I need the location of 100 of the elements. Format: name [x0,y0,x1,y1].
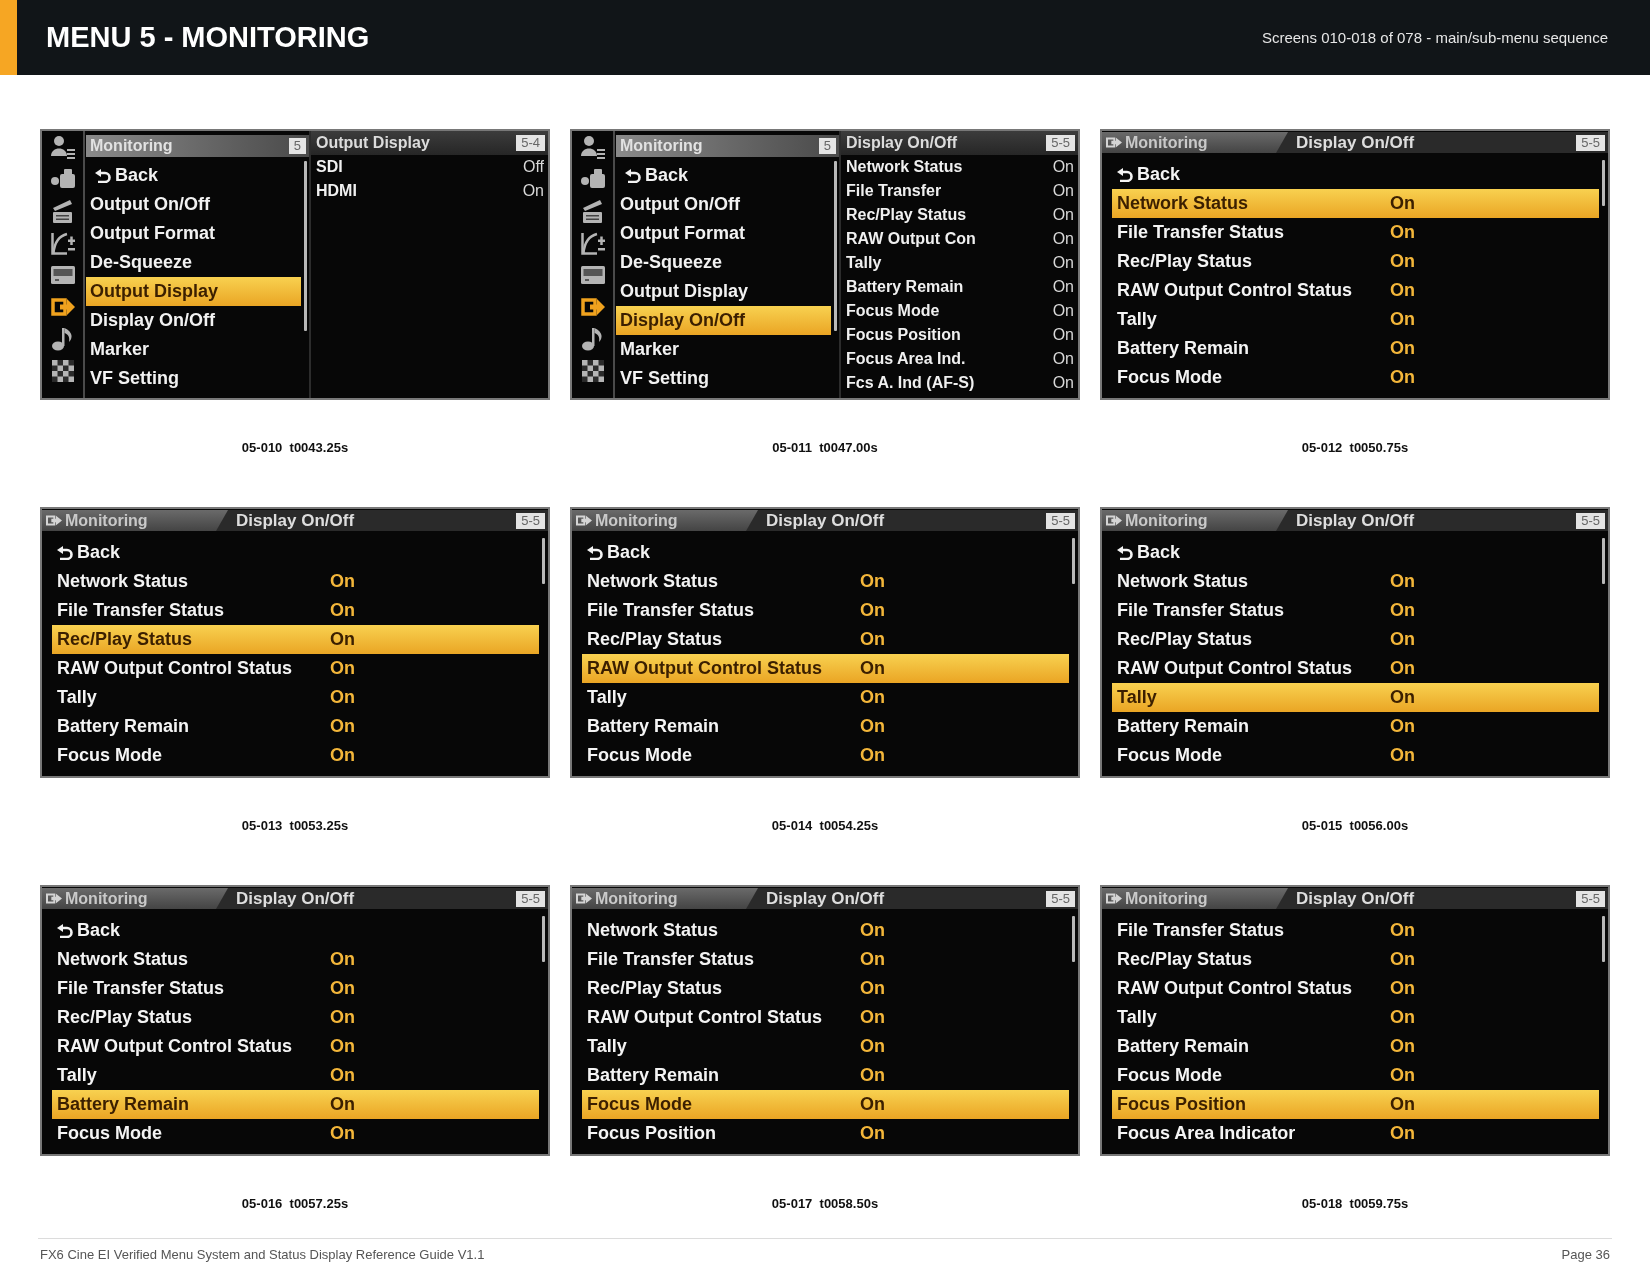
menu-item[interactable]: Marker [86,335,301,364]
menu-item[interactable]: Back [582,538,1069,567]
menu-item[interactable]: File Transfer Status On [582,945,1069,974]
menu-item[interactable]: Network Status On [841,155,1078,179]
menu-item[interactable]: Battery Remain On [582,1061,1069,1090]
menu-item[interactable]: Rec/Play Status On [1112,247,1599,276]
menu-item[interactable]: Tally On [1112,305,1599,334]
menu-item[interactable]: Tally On [52,1061,539,1090]
menu-item[interactable]: Back [1112,160,1599,189]
scrollbar[interactable] [1072,916,1075,962]
menu-item[interactable]: Network Status On [582,567,1069,596]
menu-item[interactable]: Battery Remain On [1112,712,1599,741]
camera-icon[interactable] [50,167,75,191]
menu-item[interactable]: Network Status On [582,916,1069,945]
menu-item[interactable]: Focus Mode On [52,741,539,770]
menu-item[interactable]: Focus Mode On [841,299,1078,323]
scrollbar[interactable] [1602,916,1605,962]
menu-item[interactable]: Rec/Play Status On [52,1003,539,1032]
curve-icon[interactable] [50,231,75,255]
menu-item[interactable]: File Transfer Status On [1112,596,1599,625]
menu-item[interactable]: Marker [616,335,831,364]
menu-item[interactable]: Battery Remain On [841,275,1078,299]
menu-item[interactable]: Back [52,916,539,945]
menu-item[interactable]: Output On/Off [86,190,301,219]
scrollbar[interactable] [1072,538,1075,584]
menu-item[interactable]: Battery Remain On [52,712,539,741]
menu-item[interactable]: Tally On [841,251,1078,275]
menu-item[interactable]: Focus Mode On [1112,363,1599,392]
menu-item[interactable]: Rec/Play Status On [52,625,539,654]
menu-item[interactable]: Tally On [582,683,1069,712]
menu-item[interactable]: Output Display [616,277,831,306]
menu-item[interactable]: Back [86,161,301,190]
output-arrow-icon[interactable] [50,295,75,319]
menu-item[interactable]: Focus Position On [582,1119,1069,1148]
scrollbar[interactable] [833,161,837,331]
menu-item[interactable]: Output Display [86,277,301,306]
menu-item[interactable]: Focus Position On [1112,1090,1599,1119]
menu-item[interactable]: Focus Mode On [582,741,1069,770]
menu-item[interactable]: Display On/Off [86,306,301,335]
menu-item[interactable]: Battery Remain On [1112,334,1599,363]
scrollbar[interactable] [303,161,307,331]
menu-item[interactable]: Back [52,538,539,567]
menu-item[interactable]: Fcs A. Ind (AF-S) On [841,371,1078,395]
menu-item[interactable]: File Transfer Status On [52,974,539,1003]
menu-item[interactable]: Battery Remain On [582,712,1069,741]
menu-item[interactable]: Network Status On [52,567,539,596]
scrollbar[interactable] [542,916,545,962]
clapperboard-icon[interactable] [50,199,75,223]
menu-item[interactable]: HDMI On [311,179,548,203]
menu-item[interactable]: RAW Output Control Status On [582,654,1069,683]
menu-item[interactable]: Tally On [52,683,539,712]
menu-item[interactable]: Tally On [1112,1003,1599,1032]
menu-item[interactable]: Focus Position On [841,323,1078,347]
menu-item[interactable]: Rec/Play Status On [582,974,1069,1003]
output-arrow-icon[interactable] [580,295,605,319]
menu-item[interactable]: RAW Output Control Status On [1112,654,1599,683]
menu-item[interactable]: SDI Off [311,155,548,179]
menu-item[interactable]: Focus Area Ind. On [841,347,1078,371]
menu-item[interactable]: Output On/Off [616,190,831,219]
menu-item[interactable]: File Transfer Status On [582,596,1069,625]
curve-icon[interactable] [580,231,605,255]
menu-item[interactable]: Back [616,161,831,190]
menu-item[interactable]: De-Squeeze [616,248,831,277]
menu-item[interactable]: Battery Remain On [52,1090,539,1119]
menu-item[interactable]: Focus Mode On [1112,741,1599,770]
menu-item[interactable]: Back [1112,538,1599,567]
menu-item[interactable]: RAW Output Control Status On [52,1032,539,1061]
menu-item[interactable]: RAW Output Control Status On [582,1003,1069,1032]
menu-item[interactable]: File Transfer Status On [1112,916,1599,945]
scrollbar[interactable] [1602,160,1605,206]
menu-item[interactable]: Tally On [582,1032,1069,1061]
camera-icon[interactable] [580,167,605,191]
menu-item[interactable]: VF Setting [86,364,301,393]
menu-item[interactable]: RAW Output Control Status On [52,654,539,683]
menu-item[interactable]: Output Format [86,219,301,248]
menu-item[interactable]: RAW Output Control Status On [1112,974,1599,1003]
menu-item[interactable]: File Transfer Status On [1112,218,1599,247]
menu-item[interactable]: Network Status On [1112,567,1599,596]
menu-item[interactable]: Focus Mode On [582,1090,1069,1119]
timecode-icon[interactable] [580,263,605,287]
menu-item[interactable]: Rec/Play Status On [582,625,1069,654]
menu-item[interactable]: Network Status On [1112,189,1599,218]
menu-item[interactable]: VF Setting [616,364,831,393]
menu-item[interactable]: Focus Mode On [1112,1061,1599,1090]
menu-item[interactable]: RAW Output Control Status On [1112,276,1599,305]
menu-item[interactable]: Battery Remain On [1112,1032,1599,1061]
menu-item[interactable]: Tally On [1112,683,1599,712]
menu-item[interactable]: Focus Area Indicator On [1112,1119,1599,1148]
menu-item[interactable]: File Transfer On [841,179,1078,203]
menu-item[interactable]: Rec/Play Status On [1112,625,1599,654]
person-icon[interactable] [580,135,605,159]
person-icon[interactable] [50,135,75,159]
menu-item[interactable]: File Transfer Status On [52,596,539,625]
scrollbar[interactable] [542,538,545,584]
menu-item[interactable]: Output Format [616,219,831,248]
scrollbar[interactable] [1602,538,1605,584]
checkerboard-icon[interactable] [50,359,75,383]
menu-item[interactable]: Rec/Play Status On [1112,945,1599,974]
checkerboard-icon[interactable] [580,359,605,383]
timecode-icon[interactable] [50,263,75,287]
